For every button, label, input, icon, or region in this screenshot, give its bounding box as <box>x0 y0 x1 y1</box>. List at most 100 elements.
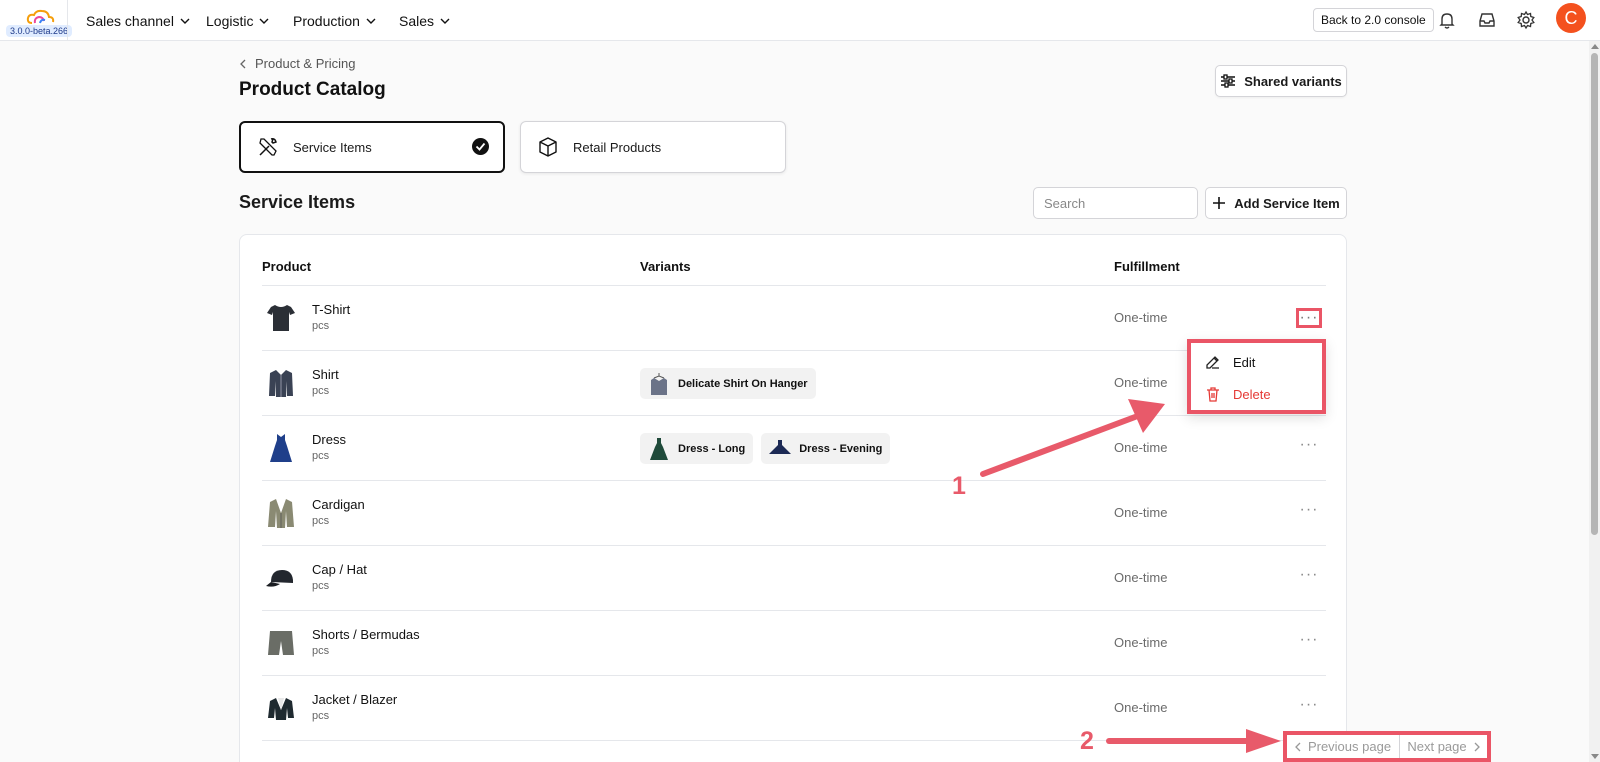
variant-chip[interactable]: Delicate Shirt On Hanger <box>640 368 816 399</box>
page-scrollbar[interactable] <box>1589 41 1600 762</box>
chevron-right-icon <box>1474 742 1480 751</box>
product-name: Shirt <box>312 367 339 382</box>
column-header-product: Product <box>262 259 312 274</box>
variant-list: Delicate Shirt On Hanger <box>640 368 816 399</box>
scroll-thumb[interactable] <box>1591 53 1598 535</box>
previous-page-button[interactable]: Previous page <box>1287 735 1400 758</box>
variant-chip[interactable]: Dress - Evening <box>761 433 891 464</box>
row-actions-icon[interactable]: ··· <box>1296 502 1322 523</box>
fulfillment-value: One-time <box>1114 635 1168 650</box>
chevron-down-icon <box>259 18 269 24</box>
row-actions-icon[interactable]: ··· <box>1296 437 1322 458</box>
annotation-label-2: 2 <box>1080 727 1094 755</box>
inbox-icon[interactable] <box>1477 10 1497 30</box>
check-circle-icon <box>472 138 489 155</box>
nav-item-sales[interactable]: Sales <box>399 0 450 41</box>
product-unit: pcs <box>312 645 330 657</box>
evening-dress-image <box>769 439 792 454</box>
row-actions-icon[interactable]: ··· <box>1296 308 1322 328</box>
chevron-down-icon <box>440 18 450 24</box>
breadcrumb[interactable]: Product & Pricing <box>239 56 355 71</box>
table-row[interactable]: T-Shirt pcs One-time ··· <box>262 286 1326 351</box>
jacket-image <box>268 698 294 720</box>
next-page-label: Next page <box>1407 739 1467 754</box>
edit-menu-item[interactable]: Edit <box>1205 353 1255 371</box>
bell-icon[interactable] <box>1437 10 1457 30</box>
user-avatar[interactable]: C <box>1556 3 1586 33</box>
top-navigation-bar: 3.0.0-beta.266 Sales channel Logistic Pr… <box>0 0 1600 41</box>
nav-item-label: Sales <box>399 12 435 29</box>
table-row[interactable]: Cap / Hat pcs One-time ··· <box>262 546 1326 611</box>
cloud-logo-icon <box>26 9 55 24</box>
gear-icon[interactable] <box>1516 10 1536 30</box>
fulfillment-value: One-time <box>1114 505 1168 520</box>
shared-variants-button[interactable]: Shared variants <box>1215 65 1347 97</box>
row-actions-icon[interactable]: ··· <box>1296 632 1322 653</box>
variant-label: Dress - Evening <box>799 442 883 455</box>
tools-icon <box>259 138 277 156</box>
fulfillment-value: One-time <box>1114 700 1168 715</box>
nav-item-label: Logistic <box>206 12 254 29</box>
next-page-button[interactable]: Next page <box>1400 735 1487 758</box>
table-row[interactable]: Shirt pcs Delicate Shirt On Hanger One-t… <box>262 351 1326 416</box>
version-badge: 3.0.0-beta.266 <box>6 25 73 37</box>
chevron-left-icon <box>1295 742 1301 751</box>
add-service-item-button[interactable]: Add Service Item <box>1205 187 1347 219</box>
cap-image <box>266 570 293 587</box>
product-name: Dress <box>312 432 346 447</box>
delete-label: Delete <box>1233 386 1271 402</box>
table-row[interactable]: Dress pcs Dress - Long Dress - Evening O… <box>262 416 1326 481</box>
box-icon <box>539 137 557 157</box>
shirt-hanger-image <box>651 372 667 395</box>
service-items-table: Product Variants Fulfillment T-Shirt pcs… <box>239 234 1347 762</box>
add-service-item-label: Add Service Item <box>1234 195 1340 211</box>
page-title: Product Catalog <box>239 79 386 100</box>
variant-chip[interactable]: Dress - Long <box>640 433 754 464</box>
breadcrumb-label: Product & Pricing <box>255 56 356 71</box>
column-header-fulfillment: Fulfillment <box>1114 259 1180 274</box>
divider <box>67 0 68 41</box>
table-row[interactable]: Cardigan pcs One-time ··· <box>262 481 1326 546</box>
product-unit: pcs <box>312 580 330 592</box>
fulfillment-value: One-time <box>1114 310 1168 325</box>
variant-label: Dress - Long <box>678 442 746 455</box>
shirt-image <box>269 370 293 397</box>
variant-label: Delicate Shirt On Hanger <box>678 377 808 390</box>
product-unit: pcs <box>312 450 330 462</box>
tshirt-image <box>267 305 295 331</box>
chevron-left-icon <box>240 59 246 68</box>
plus-icon <box>1213 197 1226 209</box>
tab-label: Retail Products <box>573 139 662 155</box>
scroll-up-arrow-icon[interactable] <box>1591 44 1599 49</box>
chevron-down-icon <box>180 18 190 24</box>
product-name: Jacket / Blazer <box>312 692 398 707</box>
variant-list: Dress - Long Dress - Evening <box>640 433 891 464</box>
nav-item-production[interactable]: Production <box>293 0 376 41</box>
product-name: T-Shirt <box>312 302 351 317</box>
nav-item-label: Production <box>293 12 360 29</box>
nav-item-logistic[interactable]: Logistic <box>206 0 269 41</box>
sliders-icon <box>1221 74 1236 88</box>
back-to-console-button[interactable]: Back to 2.0 console <box>1313 8 1434 32</box>
table-row[interactable]: Jacket / Blazer pcs One-time ··· <box>262 676 1326 741</box>
section-title: Service Items <box>239 192 356 212</box>
previous-page-label: Previous page <box>1307 739 1392 754</box>
row-actions-icon[interactable]: ··· <box>1296 697 1322 718</box>
column-header-variants: Variants <box>640 259 691 274</box>
pencil-icon <box>1206 356 1219 369</box>
product-unit: pcs <box>312 385 330 397</box>
product-unit: pcs <box>312 320 330 332</box>
app-logo[interactable]: 3.0.0-beta.266 <box>6 6 73 38</box>
search-input[interactable] <box>1033 187 1198 219</box>
scroll-down-arrow-icon[interactable] <box>1591 754 1599 759</box>
nav-item-sales-channel[interactable]: Sales channel <box>86 0 190 41</box>
fulfillment-value: One-time <box>1114 375 1168 390</box>
table-row[interactable]: Shorts / Bermudas pcs One-time ··· <box>262 611 1326 676</box>
nav-item-label: Sales channel <box>86 12 174 29</box>
product-name: Cap / Hat <box>312 562 367 577</box>
tab-retail-products[interactable]: Retail Products <box>520 121 786 173</box>
row-actions-icon[interactable]: ··· <box>1296 567 1322 588</box>
tab-service-items[interactable]: Service Items <box>239 121 505 173</box>
delete-menu-item[interactable]: Delete <box>1205 385 1271 403</box>
annotation-label-1: 1 <box>952 472 966 500</box>
